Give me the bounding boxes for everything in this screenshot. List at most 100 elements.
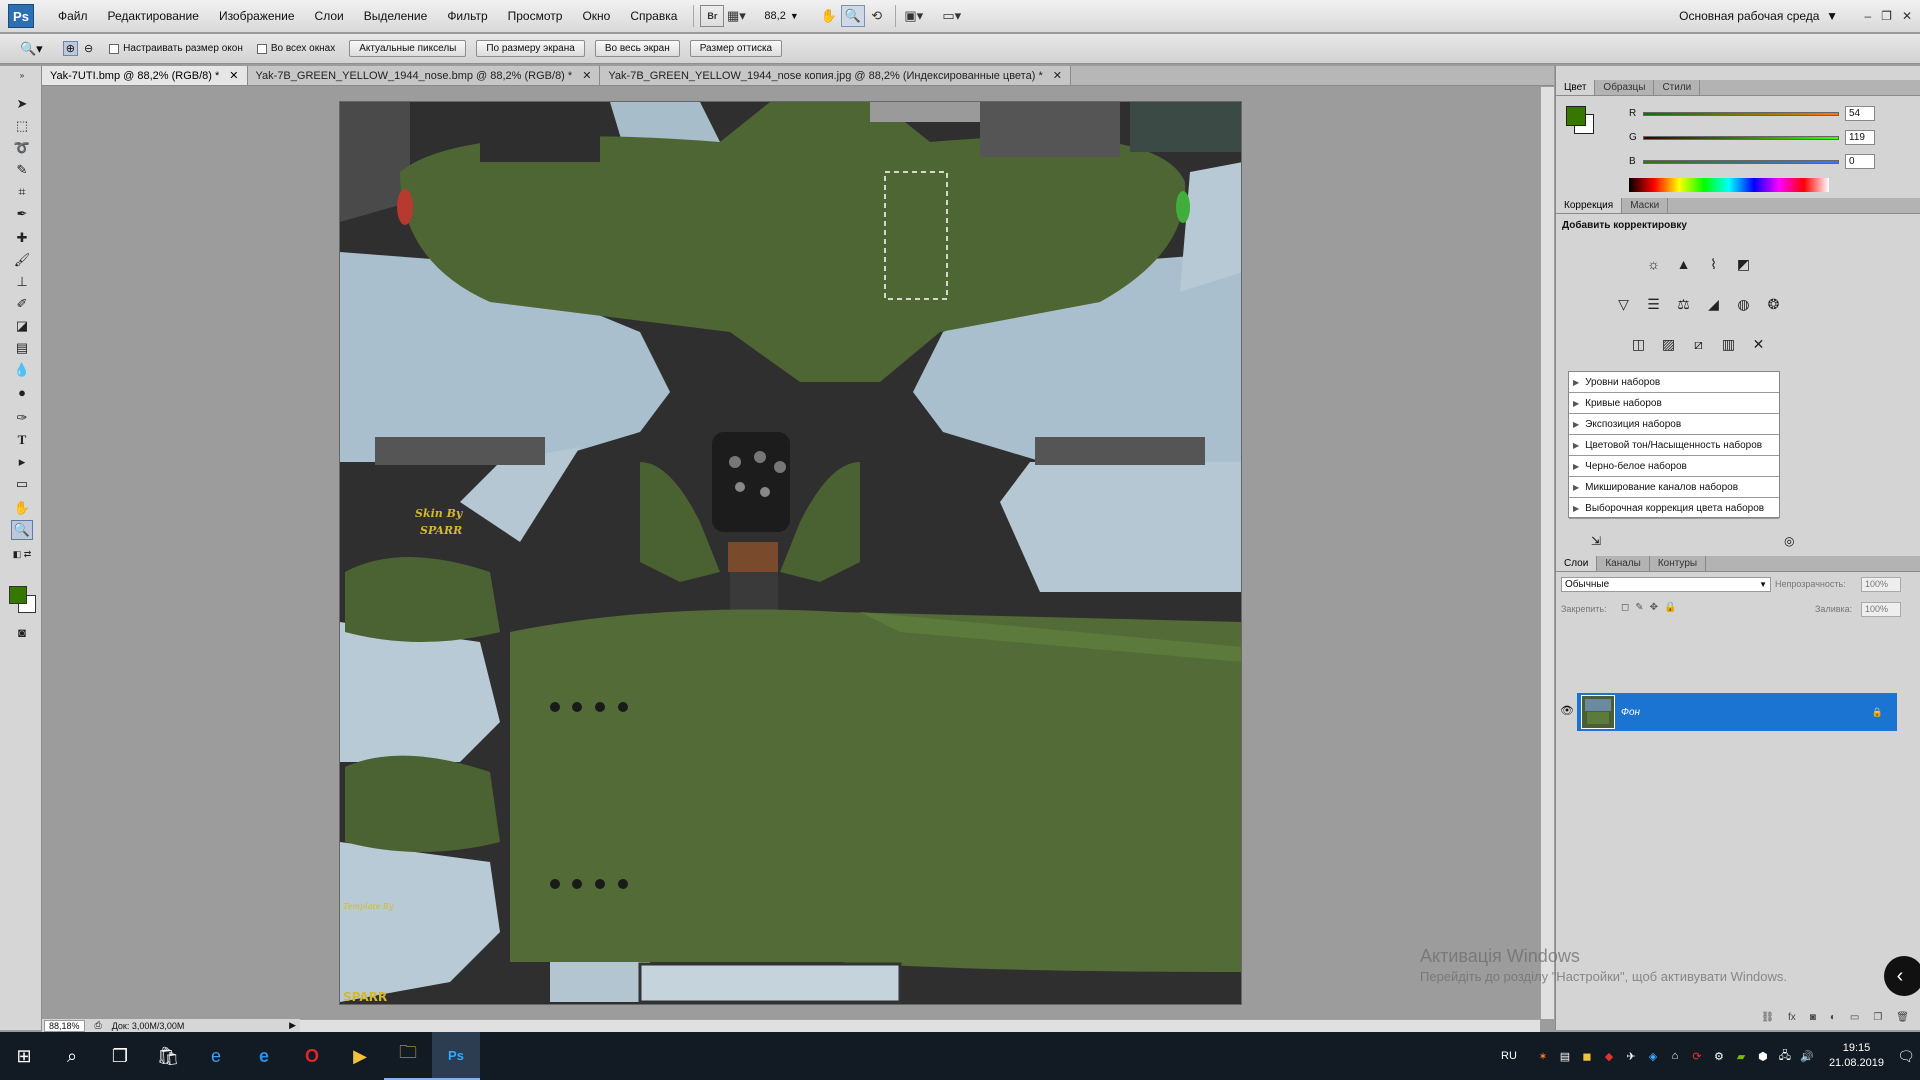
tray-app-icon[interactable]: ▤	[1557, 1048, 1573, 1064]
preset-channel-mixer[interactable]: ▶ Микширование каналов наборов	[1569, 477, 1779, 498]
blue-slider[interactable]	[1643, 159, 1839, 164]
all-windows-checkbox[interactable]: Во всех окнах	[256, 43, 335, 54]
rotate-view-icon[interactable]: ⟲	[865, 5, 889, 27]
tray-app-icon[interactable]: ⬢	[1755, 1048, 1771, 1064]
close-icon[interactable]: ✕	[1902, 0, 1912, 33]
history-brush-tool-icon[interactable]: ✐	[11, 294, 33, 314]
blue-value-input[interactable]: 0	[1845, 154, 1875, 169]
curves-icon[interactable]: ⌇	[1703, 254, 1725, 274]
menu-select[interactable]: Выделение	[354, 0, 438, 33]
print-size-button[interactable]: Размер оттиска	[689, 40, 783, 57]
language-indicator[interactable]: RU	[1501, 1050, 1517, 1062]
zoom-tool-preset-icon[interactable]: 🔍▾	[20, 41, 43, 57]
network-icon[interactable]: 🖧	[1777, 1048, 1793, 1064]
tray-app-icon[interactable]: ✈	[1623, 1048, 1639, 1064]
channel-mixer-icon[interactable]: ❂	[1763, 294, 1785, 314]
status-menu-icon[interactable]: ▶	[289, 1020, 296, 1031]
tab-styles[interactable]: Стили	[1654, 80, 1701, 95]
preset-selective-color[interactable]: ▶ Выборочная коррекция цвета наборов	[1569, 498, 1779, 519]
photo-filter-icon[interactable]: ◍	[1733, 294, 1755, 314]
layer-row-background[interactable]: Фон 🔒	[1577, 693, 1897, 731]
bridge-icon[interactable]: Br	[700, 5, 725, 27]
arrange-documents-icon[interactable]: ▣▾	[902, 5, 926, 27]
gradient-tool-icon[interactable]: ▤	[11, 338, 33, 358]
preset-black-white[interactable]: ▶ Черно-белое наборов	[1569, 456, 1779, 477]
tab-channels[interactable]: Каналы	[1597, 556, 1650, 571]
tab-layers[interactable]: Слои	[1556, 556, 1598, 571]
hand-tool-icon[interactable]: ✋	[817, 5, 841, 27]
photoshop-taskbar-icon[interactable]: Ps	[432, 1032, 480, 1080]
dodge-tool-icon[interactable]: ●	[11, 382, 33, 402]
hand-tool-icon[interactable]: ✋	[11, 498, 33, 518]
preset-levels[interactable]: ▶ Уровни наборов	[1569, 372, 1779, 393]
eyedropper-tool-icon[interactable]: ✒	[11, 204, 33, 224]
posterize-icon[interactable]: ▨	[1658, 334, 1680, 354]
green-slider[interactable]	[1643, 135, 1839, 140]
clip-adjust-icon[interactable]: ◎	[1784, 534, 1794, 548]
blur-tool-icon[interactable]: 💧	[11, 360, 33, 380]
green-value-input[interactable]: 119	[1845, 130, 1875, 145]
resize-windows-checkbox[interactable]: Настраивать размер окон	[109, 43, 243, 54]
exposure-icon[interactable]: ◩	[1733, 254, 1755, 274]
menu-edit[interactable]: Редактирование	[98, 0, 209, 33]
tray-app-icon[interactable]: ◆	[1601, 1048, 1617, 1064]
close-tab-icon[interactable]: ✕	[1053, 66, 1062, 85]
type-tool-icon[interactable]: T	[11, 430, 33, 450]
levels-icon[interactable]: ▲	[1673, 254, 1695, 274]
preset-curves[interactable]: ▶ Кривые наборов	[1569, 393, 1779, 414]
notifications-icon[interactable]: 🗨	[1897, 1048, 1915, 1064]
menu-filter[interactable]: Фильтр	[437, 0, 497, 33]
menu-help[interactable]: Справка	[620, 0, 687, 33]
red-slider[interactable]	[1643, 111, 1839, 116]
healing-brush-tool-icon[interactable]: ✚	[11, 228, 33, 248]
clock[interactable]: 19:15 21.08.2019	[1829, 1041, 1884, 1071]
color-balance-icon[interactable]: ⚖	[1673, 294, 1695, 314]
color-spectrum-bar[interactable]	[1629, 178, 1829, 192]
close-tab-icon[interactable]: ✕	[229, 66, 238, 85]
lasso-tool-icon[interactable]: ➰	[11, 138, 33, 158]
selective-color-icon[interactable]: ✕	[1748, 334, 1770, 354]
fit-screen-button[interactable]: По размеру экрана	[476, 40, 585, 57]
lock-icons[interactable]: ◻✎✥🔒	[1621, 602, 1683, 613]
photoshop-logo[interactable]: Ps	[8, 4, 34, 28]
close-tab-icon[interactable]: ✕	[582, 66, 591, 85]
screen-mode-icon[interactable]: ▭▾	[940, 5, 964, 27]
zoom-level[interactable]: 88,2	[764, 10, 785, 22]
blend-mode-select[interactable]: Обычные ▼	[1561, 577, 1771, 592]
minimize-icon[interactable]: –	[1864, 0, 1871, 33]
quick-mask-icon[interactable]: ◙	[11, 622, 33, 642]
path-select-tool-icon[interactable]: ▸	[11, 452, 33, 472]
add-mask-icon[interactable]: ◙	[1810, 1012, 1816, 1028]
layer-style-icon[interactable]: fx	[1788, 1012, 1796, 1028]
brightness-icon[interactable]: ☼	[1643, 254, 1665, 274]
tray-app-icon[interactable]: ◈	[1645, 1048, 1661, 1064]
menu-image[interactable]: Изображение	[209, 0, 305, 33]
horizontal-scrollbar[interactable]	[300, 1019, 1540, 1032]
tray-app-icon[interactable]: ⚙	[1711, 1048, 1727, 1064]
vertical-scrollbar[interactable]	[1540, 87, 1554, 1019]
marquee-tool-icon[interactable]: ⬚	[11, 116, 33, 136]
fill-input[interactable]: 100%	[1861, 602, 1901, 617]
opacity-input[interactable]: 100%	[1861, 577, 1901, 592]
collapse-arrow-button[interactable]: ‹	[1884, 956, 1920, 996]
preset-exposure[interactable]: ▶ Экспозиция наборов	[1569, 414, 1779, 435]
threshold-icon[interactable]: ⧄	[1688, 334, 1710, 354]
hue-saturation-icon[interactable]: ☰	[1643, 294, 1665, 314]
menu-window[interactable]: Окно	[572, 0, 620, 33]
edge-icon[interactable]: e	[240, 1032, 288, 1080]
menu-view[interactable]: Просмотр	[498, 0, 573, 33]
zoom-dropdown-icon[interactable]: ▼	[790, 11, 799, 21]
collapse-panel-icon[interactable]: »	[11, 70, 33, 80]
gradient-map-icon[interactable]: ▥	[1718, 334, 1740, 354]
export-icon[interactable]: ⎙	[95, 1020, 102, 1031]
fg-color-box[interactable]	[1566, 106, 1586, 126]
tab-yak-7uti[interactable]: Yak-7UTI.bmp @ 88,2% (RGB/8) * ✕	[42, 66, 248, 85]
search-icon[interactable]: ⌕	[48, 1032, 96, 1080]
zoom-tool-icon[interactable]: 🔍	[11, 520, 33, 540]
eraser-tool-icon[interactable]: ◪	[11, 316, 33, 336]
tab-adjustments[interactable]: Коррекция	[1556, 198, 1623, 213]
foreground-color-swatch[interactable]	[9, 586, 27, 604]
checkbox-box[interactable]	[256, 43, 267, 54]
tab-masks[interactable]: Маски	[1622, 198, 1669, 213]
new-adjustment-icon[interactable]: ◐	[1830, 1012, 1836, 1028]
